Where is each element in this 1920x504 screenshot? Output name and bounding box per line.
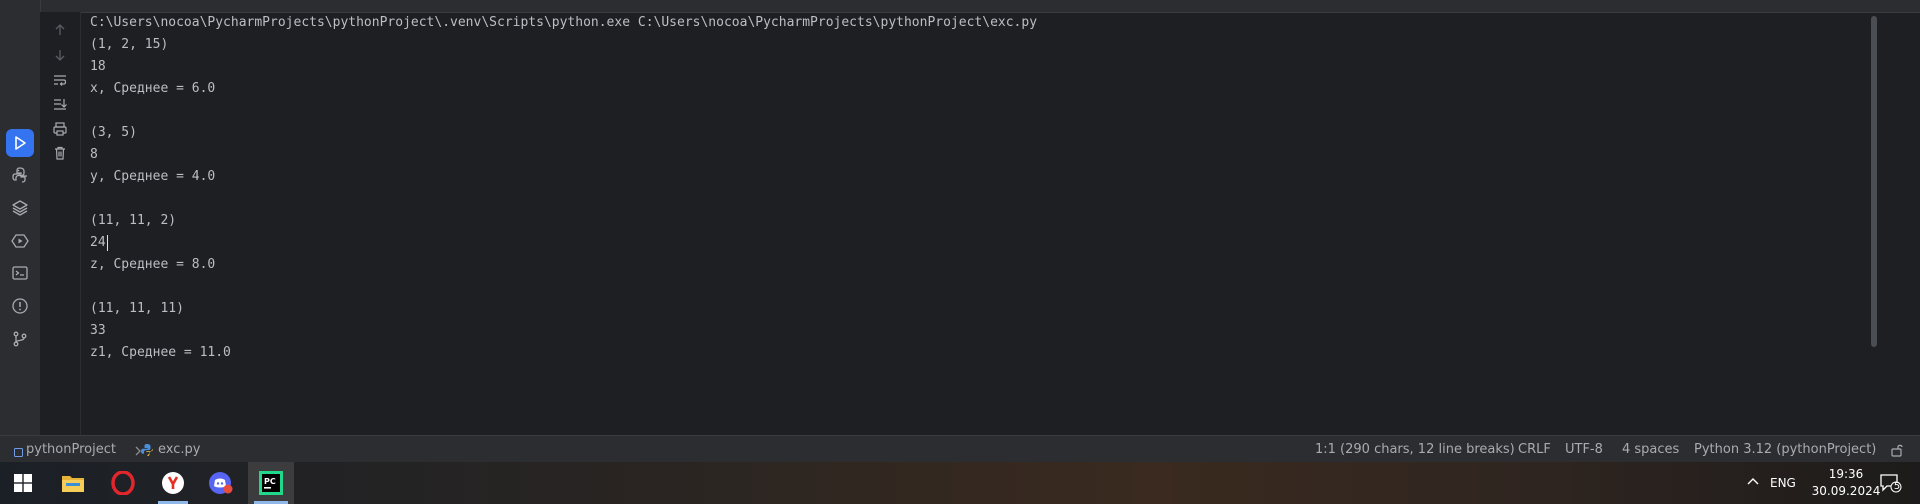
soft-wrap-button[interactable] bbox=[51, 71, 69, 89]
discord-button[interactable] bbox=[198, 462, 244, 504]
clear-all-button[interactable] bbox=[51, 144, 69, 162]
pycharm-icon: PC bbox=[259, 471, 283, 495]
unlock-icon[interactable] bbox=[1890, 443, 1904, 461]
scroll-to-end-icon bbox=[54, 99, 67, 110]
problems-button[interactable] bbox=[6, 292, 34, 320]
discord-icon bbox=[209, 472, 233, 494]
run-tool-button[interactable] bbox=[6, 129, 34, 157]
console-line: x, Среднее = 6.0 bbox=[90, 81, 216, 96]
console-line: 33 bbox=[90, 323, 106, 338]
status-bar: pythonProject exc.py 1:1 (290 chars, 12 … bbox=[0, 435, 1920, 463]
indent-setting[interactable]: 4 spaces bbox=[1622, 436, 1679, 463]
scroll-up-button[interactable] bbox=[51, 21, 69, 39]
svg-text:PC: PC bbox=[264, 477, 276, 486]
console-line: z, Среднее = 8.0 bbox=[90, 257, 216, 272]
arrow-up-icon bbox=[55, 24, 65, 35]
caret-position[interactable]: 1:1 (290 chars, 12 line breaks) bbox=[1315, 436, 1515, 463]
console-line: (11, 11, 11) bbox=[90, 301, 184, 316]
scroll-to-end-button[interactable] bbox=[51, 95, 69, 113]
pycharm-button[interactable]: PC bbox=[248, 462, 294, 504]
run-icon bbox=[15, 136, 26, 150]
console-line: 8 bbox=[90, 147, 98, 162]
python-file-icon bbox=[140, 443, 154, 461]
soft-wrap-icon bbox=[54, 75, 67, 86]
console-line: y, Среднее = 4.0 bbox=[90, 169, 216, 184]
clock-date[interactable]: 30.09.2024 bbox=[1806, 484, 1886, 498]
line-separator[interactable]: CRLF bbox=[1518, 436, 1551, 463]
python-console-button[interactable] bbox=[6, 161, 34, 189]
windows-logo-icon bbox=[14, 474, 32, 492]
git-branch-icon bbox=[13, 331, 27, 347]
console-line: (1, 2, 15) bbox=[90, 37, 169, 52]
ide-window: C:\Users\nocoa\PycharmProjects\pythonPro… bbox=[0, 0, 1920, 435]
python-interpreter[interactable]: Python 3.12 (pythonProject) bbox=[1694, 436, 1876, 463]
console-line: (11, 11, 2) bbox=[90, 213, 177, 228]
left-tool-window-bar bbox=[0, 0, 41, 435]
print-button[interactable] bbox=[51, 120, 69, 138]
console-line-text: 24 bbox=[90, 235, 106, 250]
run-console-output[interactable]: C:\Users\nocoa\PycharmProjects\pythonPro… bbox=[82, 12, 1870, 435]
console-line: (3, 5) bbox=[90, 125, 137, 140]
trash-icon bbox=[55, 146, 65, 160]
yandex-icon bbox=[162, 472, 184, 494]
arrow-down-icon bbox=[55, 50, 65, 61]
file-encoding[interactable]: UTF-8 bbox=[1565, 436, 1603, 463]
opera-icon bbox=[111, 471, 135, 495]
yandex-browser-button[interactable] bbox=[150, 462, 196, 504]
services-icon bbox=[11, 234, 29, 248]
vertical-scrollbar-thumb[interactable] bbox=[1871, 16, 1877, 347]
input-language[interactable]: ENG bbox=[1770, 476, 1796, 490]
printer-icon bbox=[53, 122, 67, 136]
clock-time[interactable]: 19:36 bbox=[1822, 467, 1870, 481]
console-line: C:\Users\nocoa\PycharmProjects\pythonPro… bbox=[90, 15, 1038, 30]
opera-button[interactable] bbox=[100, 462, 146, 504]
start-button[interactable] bbox=[0, 462, 46, 504]
show-hidden-icons[interactable] bbox=[1746, 474, 1760, 490]
breadcrumb-project[interactable]: pythonProject bbox=[26, 436, 116, 463]
layers-icon bbox=[12, 200, 28, 216]
notification-count: 5 bbox=[1893, 481, 1901, 492]
terminal-button[interactable] bbox=[6, 259, 34, 287]
version-control-button[interactable] bbox=[6, 325, 34, 353]
services-button[interactable] bbox=[6, 227, 34, 255]
windows-taskbar: PC ENG 19:36 30.09.2024 5 bbox=[0, 462, 1920, 504]
folder-icon bbox=[62, 476, 84, 492]
python-packages-button[interactable] bbox=[6, 194, 34, 222]
console-line: z1, Среднее = 11.0 bbox=[90, 345, 231, 360]
python-icon bbox=[12, 167, 27, 183]
terminal-icon bbox=[12, 266, 28, 280]
console-line: 18 bbox=[90, 59, 106, 74]
module-icon bbox=[14, 446, 23, 461]
warning-circle-icon bbox=[12, 298, 28, 314]
breadcrumb-file[interactable]: exc.py bbox=[158, 436, 200, 463]
text-caret bbox=[106, 234, 108, 251]
console-toolbar bbox=[40, 12, 81, 435]
console-line-with-caret: 24 bbox=[90, 232, 108, 254]
scroll-down-button[interactable] bbox=[51, 46, 69, 64]
file-explorer-button[interactable] bbox=[50, 462, 96, 504]
